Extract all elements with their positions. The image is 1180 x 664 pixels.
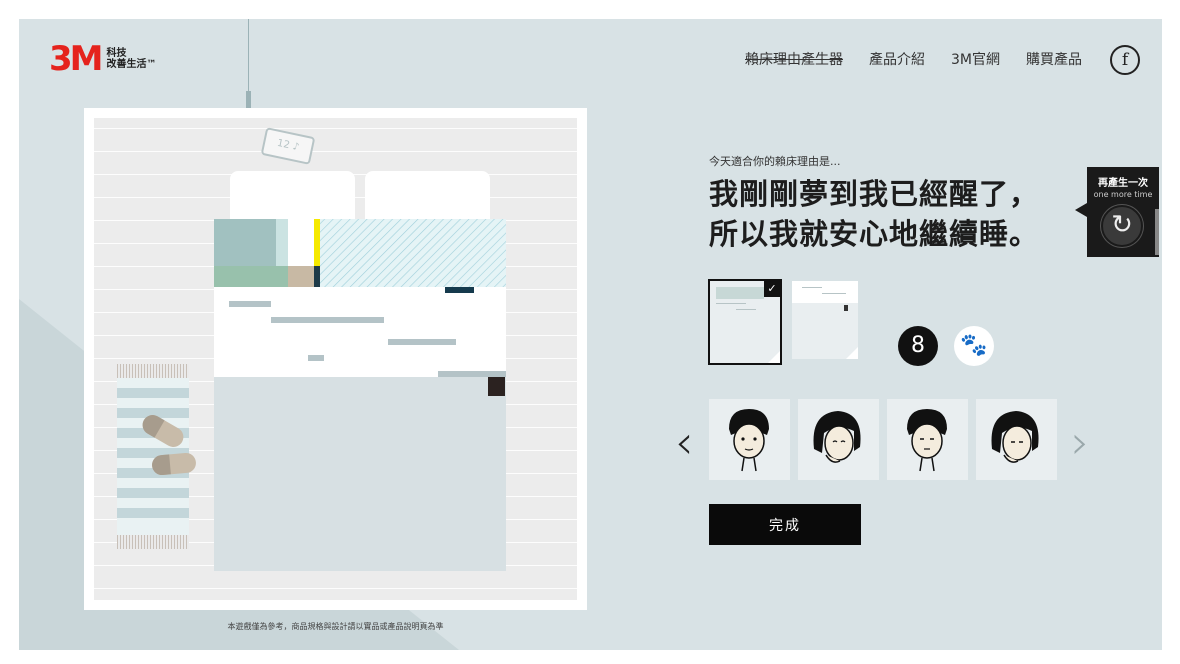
facebook-icon[interactable]: f	[1110, 45, 1140, 75]
done-button[interactable]: 完成	[709, 504, 861, 545]
nav-item-3m-site[interactable]: 3M官網	[951, 49, 1000, 69]
duvet	[214, 287, 506, 377]
layout-thumbnail-1[interactable]: ✓	[708, 279, 782, 365]
nav-item-generator[interactable]: 賴床理由產生器	[745, 49, 843, 69]
refresh-icon[interactable]: ↻	[1101, 205, 1143, 247]
avatar-face	[907, 409, 947, 472]
logo[interactable]: 3M 科技 改善生活™	[49, 39, 157, 79]
phone	[488, 377, 505, 396]
disclaimer-text: 本遊戲僅為參考，商品規格與設計請以實品或產品說明頁為準	[227, 622, 444, 631]
avatar-face	[991, 411, 1039, 463]
avatar-face	[729, 409, 769, 472]
avatar-face	[813, 411, 861, 463]
avatar-option-3[interactable]	[887, 399, 968, 480]
result-line-2: 所以我就安心地繼續睡。	[709, 217, 1040, 251]
carousel-next-icon[interactable]: ›	[1071, 419, 1089, 465]
logo-tagline: 科技 改善生活™	[106, 48, 157, 70]
main-nav: 賴床理由產生器 產品介紹 3M官網 購買產品	[745, 49, 1082, 69]
logo-mark: 3M	[49, 39, 103, 79]
result-line-1: 我剛剛夢到我已經醒了，	[709, 177, 1040, 211]
app-frame: 3M 科技 改善生活™ 賴床理由產生器 產品介紹 3M官網 購買產品 f 12 …	[19, 19, 1162, 650]
check-icon: ✓	[764, 281, 780, 297]
carousel-prev-icon[interactable]: ‹	[675, 419, 693, 465]
layout-thumbnail-2[interactable]	[792, 281, 858, 359]
bed-sheet	[214, 377, 506, 571]
bed-blanket-pattern	[214, 219, 506, 287]
avatar-option-4[interactable]	[976, 399, 1057, 480]
avatar-option-2[interactable]	[798, 399, 879, 480]
person-icon[interactable]: 8	[898, 326, 938, 366]
regenerate-title: 再產生一次	[1098, 178, 1148, 189]
nav-item-products[interactable]: 產品介紹	[869, 49, 925, 69]
result-headline: 我剛剛夢到我已經醒了， 所以我就安心地繼續睡。	[709, 174, 1039, 254]
avatar-option-1[interactable]	[709, 399, 790, 480]
regenerate-panel[interactable]: 再產生一次 one more time ↻	[1075, 167, 1159, 257]
result-subtitle: 今天適合你的賴床理由是...	[709, 155, 841, 168]
nav-item-buy[interactable]: 購買產品	[1026, 49, 1082, 69]
lamp-cord	[248, 19, 249, 93]
regenerate-subtitle: one more time	[1093, 190, 1153, 199]
paw-icon[interactable]: 🐾	[954, 326, 994, 366]
